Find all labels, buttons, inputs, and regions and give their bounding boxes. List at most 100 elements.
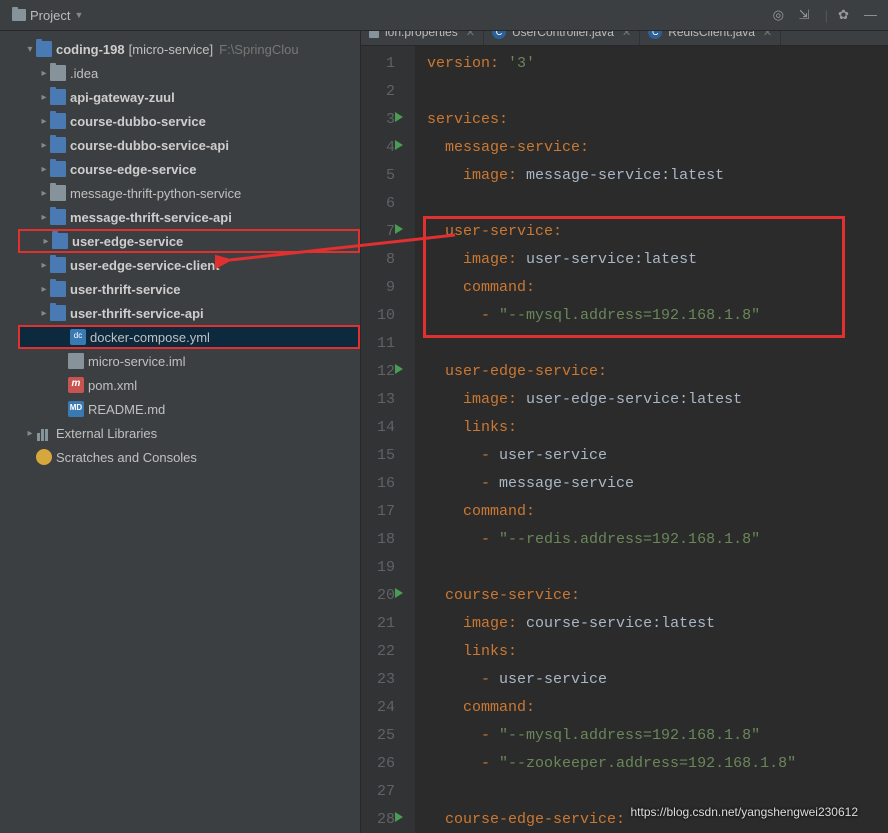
close-icon[interactable]: ✕ (763, 31, 772, 39)
tree-folder[interactable]: ▸message-thrift-service-api (18, 205, 360, 229)
line-number[interactable]: 11 (361, 330, 415, 358)
collapse-icon[interactable]: ⇲ (799, 7, 815, 23)
code-line[interactable]: image: message-service:latest (427, 162, 888, 190)
hide-icon[interactable]: — (864, 7, 880, 23)
expand-icon[interactable]: ▸ (38, 212, 50, 223)
expand-icon[interactable]: ▸ (38, 140, 50, 151)
line-number[interactable]: 19 (361, 554, 415, 582)
code[interactable]: version: '3' services: message-service: i… (415, 46, 888, 833)
line-number[interactable]: 22 (361, 638, 415, 666)
editor-tab[interactable]: CUserController.java✕ (484, 31, 640, 45)
code-line[interactable]: - "--mysql.address=192.168.1.8" (427, 722, 888, 750)
code-line[interactable]: - message-service (427, 470, 888, 498)
project-dropdown[interactable]: Project ▼ (8, 6, 87, 25)
line-number[interactable]: 23 (361, 666, 415, 694)
line-number[interactable]: 4 (361, 134, 415, 162)
expand-icon[interactable]: ▸ (24, 428, 36, 439)
code-line[interactable]: - user-service (427, 442, 888, 470)
code-line[interactable]: command: (427, 694, 888, 722)
code-line[interactable]: course-service: (427, 582, 888, 610)
run-icon[interactable] (395, 140, 403, 150)
line-number[interactable]: 25 (361, 722, 415, 750)
line-number[interactable]: 27 (361, 778, 415, 806)
expand-icon[interactable]: ▸ (38, 164, 50, 175)
external-libraries[interactable]: ▸ External Libraries (18, 421, 360, 445)
locate-icon[interactable]: ◎ (773, 7, 789, 23)
expand-icon[interactable]: ▸ (38, 188, 50, 199)
expand-icon[interactable]: ▸ (38, 308, 50, 319)
code-line[interactable]: image: course-service:latest (427, 610, 888, 638)
expand-icon[interactable]: ▸ (40, 236, 52, 247)
expand-icon[interactable]: ▸ (38, 116, 50, 127)
run-icon[interactable] (395, 364, 403, 374)
line-number[interactable]: 28 (361, 806, 415, 833)
code-line[interactable]: links: (427, 414, 888, 442)
expand-icon[interactable]: ▾ (24, 44, 36, 55)
tree-folder[interactable]: ▸user-thrift-service (18, 277, 360, 301)
line-number[interactable]: 13 (361, 386, 415, 414)
tree-folder[interactable]: ▸user-thrift-service-api (18, 301, 360, 325)
line-number[interactable]: 2 (361, 78, 415, 106)
project-tree[interactable]: ▾ coding-198 [micro-service] F:\SpringCl… (0, 31, 360, 469)
line-number[interactable]: 18 (361, 526, 415, 554)
line-number[interactable]: 26 (361, 750, 415, 778)
gear-icon[interactable]: ✿ (838, 7, 854, 23)
expand-icon[interactable]: ▸ (38, 284, 50, 295)
code-line[interactable]: - user-service (427, 666, 888, 694)
tree-folder[interactable]: ▸course-dubbo-service (18, 109, 360, 133)
tree-folder[interactable]: ▸course-dubbo-service-api (18, 133, 360, 157)
line-number[interactable]: 1 (361, 50, 415, 78)
code-line[interactable] (427, 78, 888, 106)
tree-folder[interactable]: ▸message-thrift-python-service (18, 181, 360, 205)
line-number[interactable]: 24 (361, 694, 415, 722)
code-line[interactable]: message-service: (427, 134, 888, 162)
code-line[interactable]: - "--redis.address=192.168.1.8" (427, 526, 888, 554)
code-line[interactable]: - "--zookeeper.address=192.168.1.8" (427, 750, 888, 778)
tree-file[interactable]: ▸MDREADME.md (18, 397, 360, 421)
code-line[interactable]: image: user-edge-service:latest (427, 386, 888, 414)
scratches[interactable]: ▸ Scratches and Consoles (18, 445, 360, 469)
tree-root[interactable]: ▾ coding-198 [micro-service] F:\SpringCl… (18, 37, 360, 61)
tree-folder[interactable]: ▸api-gateway-zuul (18, 85, 360, 109)
code-line[interactable]: services: (427, 106, 888, 134)
line-number[interactable]: 6 (361, 190, 415, 218)
expand-icon[interactable]: ▸ (38, 68, 50, 79)
code-line[interactable] (427, 190, 888, 218)
editor-tab[interactable]: ion.properties✕ (361, 31, 484, 45)
line-number[interactable]: 16 (361, 470, 415, 498)
code-line[interactable] (427, 778, 888, 806)
run-icon[interactable] (395, 588, 403, 598)
close-icon[interactable]: ✕ (622, 31, 631, 39)
line-number[interactable]: 12 (361, 358, 415, 386)
code-line[interactable]: version: '3' (427, 50, 888, 78)
run-icon[interactable] (395, 224, 403, 234)
line-number[interactable]: 8 (361, 246, 415, 274)
tree-folder[interactable]: ▸.idea (18, 61, 360, 85)
line-number[interactable]: 14 (361, 414, 415, 442)
code-line[interactable] (427, 554, 888, 582)
code-line[interactable]: command: (427, 498, 888, 526)
tree-file[interactable]: ▸mpom.xml (18, 373, 360, 397)
tree-file[interactable]: ▸dcdocker-compose.yml (18, 325, 360, 349)
expand-icon[interactable]: ▸ (38, 260, 50, 271)
tree-file[interactable]: ▸micro-service.iml (18, 349, 360, 373)
run-icon[interactable] (395, 112, 403, 122)
code-line[interactable]: user-edge-service: (427, 358, 888, 386)
line-number[interactable]: 17 (361, 498, 415, 526)
line-number[interactable]: 10 (361, 302, 415, 330)
tree-folder[interactable]: ▸user-edge-service-client (18, 253, 360, 277)
run-icon[interactable] (395, 812, 403, 822)
line-number[interactable]: 9 (361, 274, 415, 302)
code-line[interactable]: links: (427, 638, 888, 666)
line-number[interactable]: 5 (361, 162, 415, 190)
line-number[interactable]: 21 (361, 610, 415, 638)
gutter[interactable]: 1234567891011121314151617181920212223242… (361, 46, 415, 833)
close-icon[interactable]: ✕ (466, 31, 475, 39)
editor-tab[interactable]: CRedisClient.java✕ (640, 31, 781, 45)
line-number[interactable]: 20 (361, 582, 415, 610)
expand-icon[interactable]: ▸ (38, 92, 50, 103)
line-number[interactable]: 15 (361, 442, 415, 470)
line-number[interactable]: 3 (361, 106, 415, 134)
tree-folder[interactable]: ▸course-edge-service (18, 157, 360, 181)
tree-folder[interactable]: ▸user-edge-service (18, 229, 360, 253)
